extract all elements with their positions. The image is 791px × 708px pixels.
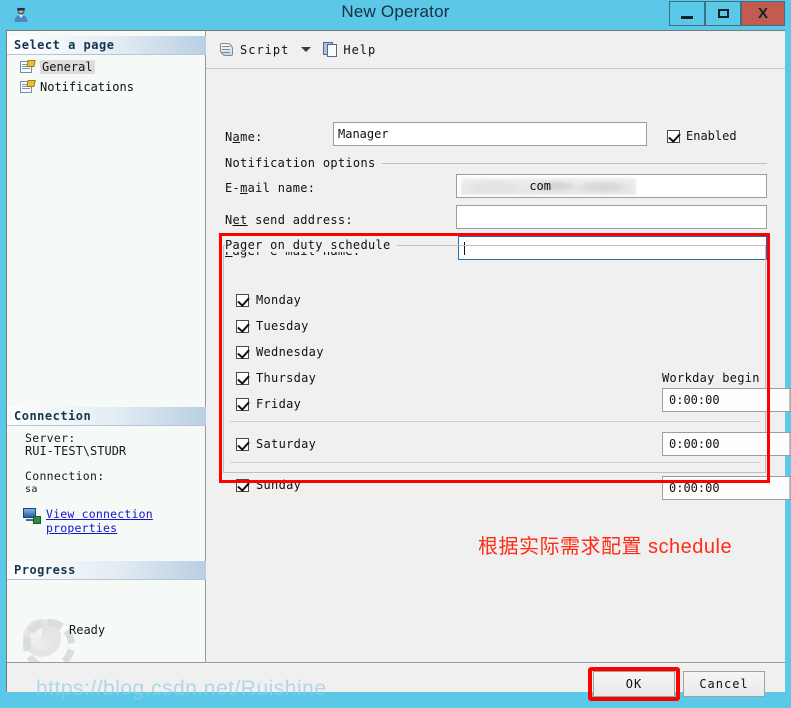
title-bar: New Operator X xyxy=(0,0,791,30)
group-divider xyxy=(365,245,766,246)
checkbox-icon xyxy=(236,371,249,385)
toolbar: Script Help xyxy=(206,31,785,69)
time-value: 0:00:00 xyxy=(669,437,720,451)
name-label: Name: xyxy=(225,130,263,144)
close-button[interactable]: X xyxy=(741,1,785,26)
name-input[interactable]: Manager xyxy=(333,122,647,146)
workday-begin-header: Workday begin xyxy=(662,371,760,385)
day-checkbox-friday[interactable]: Friday xyxy=(236,397,301,411)
checkbox-icon xyxy=(236,437,249,451)
page-icon xyxy=(20,79,36,94)
day-label: Wednesday xyxy=(256,345,324,359)
connection-header: Connection xyxy=(7,407,206,426)
schedule-row-divider xyxy=(230,421,760,422)
close-icon: X xyxy=(757,5,768,22)
checkbox-icon xyxy=(667,129,680,143)
progress-status: Ready xyxy=(69,623,106,637)
chevron-down-icon[interactable] xyxy=(301,47,312,52)
schedule-row-divider xyxy=(230,462,760,463)
minimize-button[interactable] xyxy=(669,1,705,26)
time-value: 0:00:00 xyxy=(669,393,720,407)
watermark: https://blog.csdn.net/Ruishine xyxy=(36,677,327,700)
left-pane: Select a page General Notifications Conn… xyxy=(7,31,206,671)
email-name-label: E-mail name: xyxy=(225,181,316,195)
connection-label: Connection: xyxy=(25,469,105,483)
sidebar-item-label: Notifications xyxy=(40,79,134,94)
server-value: RUI-TEST\STUDR xyxy=(25,444,127,458)
sunday-begin-spinner[interactable]: 0:00:00 ∧ ∨ xyxy=(662,476,791,500)
enabled-label: Enabled xyxy=(686,129,737,143)
day-checkbox-thursday[interactable]: Thursday xyxy=(236,371,316,385)
group-divider xyxy=(346,163,767,164)
help-icon xyxy=(323,41,339,58)
sidebar-item-general[interactable]: General xyxy=(17,58,98,75)
connection-user: sa xyxy=(25,484,38,495)
script-button[interactable]: Script xyxy=(216,38,292,62)
day-checkbox-saturday[interactable]: Saturday xyxy=(236,437,316,451)
weekday-begin-spinner[interactable]: 0:00:00 ∧ ∨ xyxy=(662,388,791,412)
progress-header: Progress xyxy=(7,561,206,580)
view-connection-properties-label: View connection properties xyxy=(46,507,153,535)
day-checkbox-sunday[interactable]: Sunday xyxy=(236,478,301,492)
time-value: 0:00:00 xyxy=(669,481,720,495)
script-icon xyxy=(219,42,236,58)
day-label: Friday xyxy=(256,397,302,411)
day-checkbox-tuesday[interactable]: Tuesday xyxy=(236,319,309,333)
server-label: Server: xyxy=(25,431,76,445)
maximize-icon xyxy=(717,9,729,18)
notification-options-title: Notification options xyxy=(225,156,382,170)
help-button[interactable]: Help xyxy=(320,38,379,62)
day-label: Thursday xyxy=(256,371,317,385)
maximize-button[interactable] xyxy=(705,1,741,26)
name-value: Manager xyxy=(338,127,389,141)
dialog-body: Select a page General Notifications Conn… xyxy=(6,30,791,701)
net-send-address-input[interactable] xyxy=(456,205,767,229)
new-operator-window: New Operator X Select a page General Not… xyxy=(0,0,791,708)
saturday-begin-spinner[interactable]: 0:00:00 ∧ ∨ xyxy=(662,432,791,456)
checkbox-icon xyxy=(236,293,249,307)
progress-spinner-icon xyxy=(23,619,75,671)
connection-properties-icon xyxy=(23,508,41,524)
enabled-checkbox[interactable]: Enabled xyxy=(667,129,737,143)
day-label: Tuesday xyxy=(256,319,309,333)
day-checkbox-monday[interactable]: Monday xyxy=(236,293,301,307)
sidebar-item-notifications[interactable]: Notifications xyxy=(17,78,137,95)
net-send-address-label: Net send address: xyxy=(225,213,353,227)
minimize-icon xyxy=(681,15,693,19)
pager-schedule-title: Pager on duty schedule xyxy=(225,238,397,252)
right-pane: Script Help Name: Manager Enabled Notifi… xyxy=(206,31,791,662)
help-label: Help xyxy=(343,42,377,57)
email-name-input[interactable]: com xyxy=(456,174,767,198)
day-label: Saturday xyxy=(256,437,317,451)
day-checkbox-wednesday[interactable]: Wednesday xyxy=(236,345,324,359)
checkbox-icon xyxy=(236,319,249,333)
annotation-text: 根据实际需求配置 schedule xyxy=(478,536,733,558)
sidebar-item-label: General xyxy=(40,59,95,74)
day-label: Sunday xyxy=(256,478,302,492)
checkbox-icon xyxy=(236,397,249,411)
script-label: Script xyxy=(240,42,290,57)
day-label: Monday xyxy=(256,293,302,307)
email-value: com xyxy=(529,179,551,193)
checkbox-icon xyxy=(236,478,249,492)
page-icon xyxy=(20,59,36,74)
view-connection-properties-link[interactable]: View connection properties xyxy=(23,507,166,535)
select-a-page-header: Select a page xyxy=(7,36,206,55)
checkbox-icon xyxy=(236,345,249,359)
